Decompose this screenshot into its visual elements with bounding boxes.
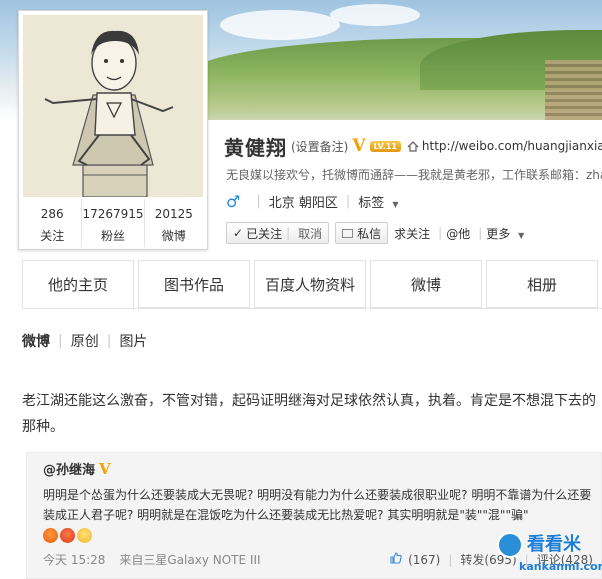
repost-author-row: @孙继海 V [43, 459, 111, 479]
watermark-mascot-icon [497, 532, 523, 558]
site-watermark: 看看米 kankanmi.com [497, 528, 602, 578]
watermark-domain: kankanmi.com [519, 560, 602, 573]
profile-location: 北京 朝阳区 [268, 196, 338, 211]
profile-url-link[interactable]: http://weibo.com/huangjianxiang [407, 139, 602, 153]
profile-url-text: http://weibo.com/huangjianxiang [421, 139, 602, 153]
verified-badge-icon[interactable]: V [99, 460, 111, 478]
chevron-down-icon: ▼ [518, 230, 525, 240]
profile-tabs: 他的主页 图书作品 百度人物资料 微博 相册 [22, 260, 602, 308]
profile-name-row: 黄健翔 (设置备注) V LV.11 http://weibo.com/huan… [224, 132, 602, 160]
verified-badge-icon[interactable]: V [352, 136, 365, 156]
ask-follow-link[interactable]: 求关注 [394, 225, 430, 242]
cover-stairs [545, 60, 602, 120]
more-dropdown[interactable]: 更多 ▼ [486, 225, 524, 242]
filter-weibo[interactable]: 微博 [22, 331, 50, 351]
shy-emoji-icon [77, 528, 92, 543]
filter-original[interactable]: 原创 [71, 331, 99, 351]
stat-posts-value: 20125 [154, 207, 193, 221]
tags-dropdown[interactable]: 标签 ▼ [358, 192, 398, 211]
avatar[interactable] [23, 15, 203, 197]
filter-images[interactable]: 图片 [119, 331, 147, 351]
profile-actions: ✓ 已关注 | 取消 私信 求关注 | @他 | 更多 ▼ [226, 222, 528, 244]
stat-following[interactable]: 286 关注 [23, 199, 83, 247]
stat-followers[interactable]: 17267915 粉丝 [82, 199, 145, 247]
repost-text-body: 明明是个怂蛋为什么还要装成大无畏呢? 明明没有能力为什么还要装成很职业呢? 明明… [43, 488, 592, 522]
check-icon: ✓ [233, 226, 244, 240]
stat-following-label: 关注 [40, 229, 65, 243]
level-badge[interactable]: LV.11 [369, 140, 401, 152]
profile-description: 无良媒以接欢兮，托微博而通辞——我就是黄老邪，工作联系邮箱：zha [226, 168, 602, 182]
stat-posts[interactable]: 20125 微博 [145, 199, 203, 247]
followed-button[interactable]: ✓ 已关注 | 取消 [226, 222, 330, 244]
tab-weibo[interactable]: 微博 [370, 260, 482, 308]
more-label: 更多 [486, 226, 511, 241]
like-count: (167) [408, 553, 441, 567]
home-icon [407, 140, 419, 152]
tabs-divider [22, 308, 602, 309]
meta-separator: | [345, 194, 351, 209]
thumbs-up-icon [390, 552, 402, 564]
stat-following-value: 286 [40, 207, 64, 221]
profile-stats: 286 关注 17267915 粉丝 20125 微博 [23, 199, 203, 247]
profile-name: 黄健翔 [224, 135, 287, 160]
message-button[interactable]: 私信 [335, 222, 389, 244]
stat-followers-label: 粉丝 [101, 229, 126, 243]
chevron-down-icon: ▼ [392, 200, 399, 209]
message-label: 私信 [357, 226, 382, 241]
tab-books[interactable]: 图书作品 [138, 260, 250, 308]
repost-source: 来自三星Galaxy NOTE III [119, 553, 261, 567]
tab-home[interactable]: 他的主页 [22, 260, 134, 308]
set-remark-link[interactable]: (设置备注) [291, 138, 348, 155]
stat-posts-label: 微博 [161, 229, 186, 243]
mad-emoji-icon [60, 528, 75, 543]
watermark-title: 看看米 [527, 534, 581, 555]
male-gender-icon: ♂ [226, 192, 241, 211]
tags-label: 标签 [358, 196, 385, 211]
repost-time[interactable]: 今天 15:28 [43, 551, 105, 568]
stat-followers-value: 17267915 [82, 207, 144, 221]
avatar-card: 286 关注 17267915 粉丝 20125 微博 [18, 10, 208, 250]
unfollow-link[interactable]: 取消 [298, 225, 322, 242]
post-text: 老江湖还能这么激奋，不管对错，起码证明继海对足球依然认真，执着。肯定是不想混下去… [22, 393, 596, 435]
mail-icon [342, 228, 354, 238]
meta-separator: | [256, 194, 261, 209]
avatar-cartoon-icon [23, 15, 203, 197]
tab-baidu-profile[interactable]: 百度人物资料 [254, 260, 366, 308]
feed-filter: 微博 | 原创 | 图片 [22, 331, 148, 351]
repost-author-link[interactable]: @孙继海 [43, 459, 95, 478]
tab-album[interactable]: 相册 [486, 260, 598, 308]
like-button[interactable]: (167) [390, 552, 440, 567]
profile-meta-row: ♂ | 北京 朝阳区 | 标签 ▼ [226, 192, 399, 211]
angry-emoji-icon [43, 528, 58, 543]
mention-link[interactable]: @他 [446, 225, 470, 242]
followed-label: 已关注 [246, 226, 283, 241]
